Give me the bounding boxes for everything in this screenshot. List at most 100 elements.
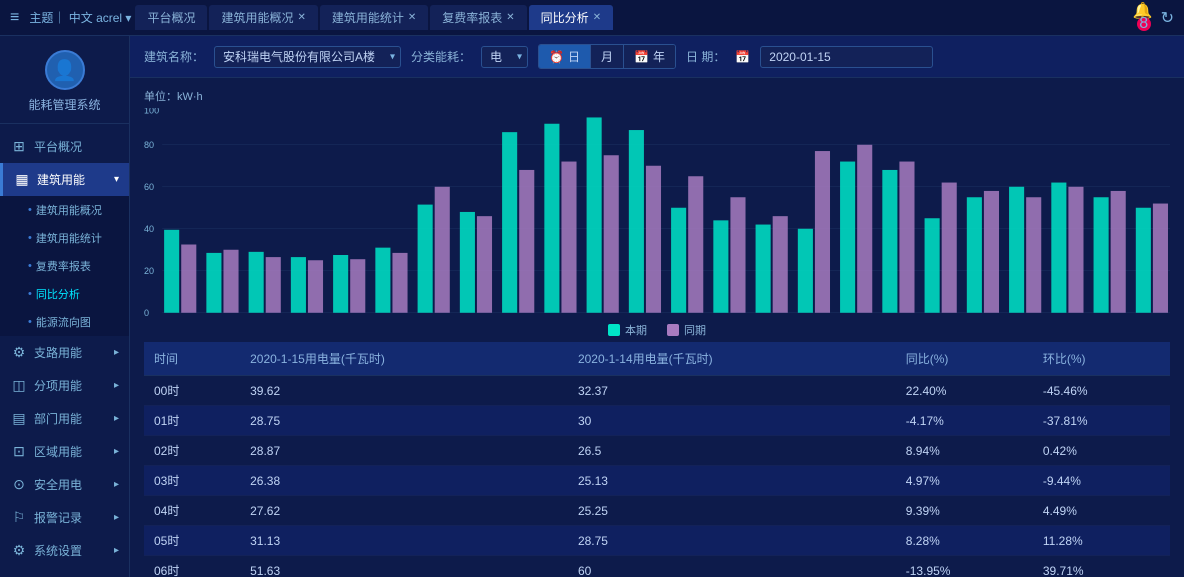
sidebar-item-safety[interactable]: ⊙ 安全用电 ▸ [0, 468, 129, 501]
table-cell: 30 [568, 406, 896, 436]
table-cell: 02时 [144, 436, 240, 466]
table-cell: 0.42% [1033, 436, 1170, 466]
tab-building-stats[interactable]: 建筑用能统计 ✕ [320, 5, 428, 30]
tab-close[interactable]: ✕ [408, 12, 416, 23]
tab-bar: 平台概况 建筑用能概况 ✕ 建筑用能统计 ✕ 复费率报表 ✕ 同比分析 ✕ [135, 5, 1132, 30]
table-cell: -45.46% [1033, 376, 1170, 406]
svg-text:40: 40 [144, 224, 154, 234]
sidebar-header: 👤 能耗管理系统 [0, 36, 129, 124]
svg-text:80: 80 [144, 140, 154, 150]
notification-icon[interactable]: 🔔8 [1133, 1, 1153, 35]
table-cell: 60 [568, 556, 896, 577]
sidebar-item-building-stats[interactable]: 建筑用能统计 [0, 224, 129, 252]
sidebar-item-yoy[interactable]: 同比分析 [0, 280, 129, 308]
table-cell: 4.97% [896, 466, 1033, 496]
tab-platform[interactable]: 平台概况 [135, 5, 207, 30]
expand-icon: ▸ [114, 413, 119, 424]
tab-building-overview[interactable]: 建筑用能概况 ✕ [209, 5, 317, 30]
table-cell: 22.40% [896, 376, 1033, 406]
tab-close[interactable]: ✕ [297, 12, 305, 23]
time-period-buttons: ⏰ 日 月 📅 年 [538, 44, 676, 69]
sidebar-item-building[interactable]: ▦ 建筑用能 ▾ [0, 163, 129, 196]
header-right-icons: 🔔8 ↻ [1133, 1, 1174, 35]
sidebar-item-dept[interactable]: ▤ 部门用能 ▸ [0, 402, 129, 435]
date-input[interactable] [760, 46, 933, 68]
table-body: 00时39.6232.3722.40%-45.46%01时28.7530-4.1… [144, 376, 1170, 577]
legend-current: 本期 [608, 322, 647, 338]
table-cell: 9.39% [896, 496, 1033, 526]
expand-icon: ▸ [114, 545, 119, 556]
table-cell: 28.87 [240, 436, 568, 466]
tab-yoy-analysis[interactable]: 同比分析 ✕ [529, 5, 613, 30]
table-header: 时间 2020-1-15用电量(千瓦时) 2020-1-14用电量(千瓦时) 同… [144, 342, 1170, 376]
sidebar-item-area[interactable]: ⊡ 区域用能 ▸ [0, 435, 129, 468]
table-cell: 28.75 [240, 406, 568, 436]
refresh-icon[interactable]: ↻ [1161, 8, 1174, 28]
chart-unit: 单位：kW·h [144, 88, 1170, 104]
table-cell: 00时 [144, 376, 240, 406]
data-table-area: 时间 2020-1-15用电量(千瓦时) 2020-1-14用电量(千瓦时) 同… [130, 342, 1184, 577]
table-cell: 32.37 [568, 376, 896, 406]
expand-icon: ▸ [114, 380, 119, 391]
table-cell: 11.28% [1033, 526, 1170, 556]
sidebar-item-platform[interactable]: ⊞ 平台概况 [0, 130, 129, 163]
tab-close[interactable]: ✕ [506, 12, 514, 23]
menu-icon[interactable]: ≡ [10, 9, 19, 27]
branch-icon: ⚙ [10, 344, 28, 361]
chart-area: 单位：kW·h 0 20 40 60 80 100 [130, 78, 1184, 342]
sidebar-item-rate-report[interactable]: 复费率报表 [0, 252, 129, 280]
chart-legend: 本期 同期 [144, 322, 1170, 338]
sidebar-item-branch[interactable]: ⚙ 支路用能 ▸ [0, 336, 129, 369]
category-icon: ◫ [10, 377, 28, 394]
date-label: 日 期： [686, 48, 725, 65]
calendar-icon: 📅 [634, 50, 649, 64]
main-layout: 👤 能耗管理系统 ⊞ 平台概况 ▦ 建筑用能 ▾ 建筑用能概况 建筑用能统计 复… [0, 36, 1184, 577]
table-cell: -4.17% [896, 406, 1033, 436]
col-yoy: 同比(%) [896, 342, 1033, 376]
bar-chart: 0 20 40 60 80 100 [144, 108, 1170, 318]
table-row: 02时28.8726.58.94%0.42% [144, 436, 1170, 466]
building-label: 建筑名称： [144, 48, 204, 65]
sidebar-item-settings[interactable]: ⚙ 系统设置 ▸ [0, 534, 129, 567]
table-row: 03时26.3825.134.97%-9.44% [144, 466, 1170, 496]
theme-label: 主题｜ 中文 acrel ▾ [29, 9, 131, 26]
table-cell: 27.62 [240, 496, 568, 526]
col-prev-kwh: 2020-1-14用电量(千瓦时) [568, 342, 896, 376]
category-select[interactable]: 电 [481, 46, 528, 68]
svg-text:60: 60 [144, 182, 154, 192]
sidebar-item-energy-flow[interactable]: 能源流向图 [0, 308, 129, 336]
sidebar-item-building-overview[interactable]: 建筑用能概况 [0, 196, 129, 224]
building-icon: ▦ [13, 171, 31, 188]
table-row: 04时27.6225.259.39%4.49% [144, 496, 1170, 526]
sidebar-item-category[interactable]: ◫ 分项用能 ▸ [0, 369, 129, 402]
svg-text:20: 20 [144, 266, 154, 276]
table-row: 06时51.6360-13.95%39.71% [144, 556, 1170, 577]
dept-icon: ▤ [10, 410, 28, 427]
btn-day[interactable]: ⏰ 日 [539, 45, 591, 68]
table-cell: 51.63 [240, 556, 568, 577]
legend-dot-current [608, 324, 620, 336]
expand-icon: ▸ [114, 347, 119, 358]
svg-text:0: 0 [144, 308, 149, 318]
table-row: 01时28.7530-4.17%-37.81% [144, 406, 1170, 436]
table-cell: 8.94% [896, 436, 1033, 466]
col-current-kwh: 2020-1-15用电量(千瓦时) [240, 342, 568, 376]
area-icon: ⊡ [10, 443, 28, 460]
table-cell: 26.38 [240, 466, 568, 496]
table-header-row: 时间 2020-1-15用电量(千瓦时) 2020-1-14用电量(千瓦时) 同… [144, 342, 1170, 376]
building-select[interactable]: 安科瑞电气股份有限公司A楼 [214, 46, 401, 68]
sidebar-submenu-building: 建筑用能概况 建筑用能统计 复费率报表 同比分析 能源流向图 [0, 196, 129, 336]
expand-icon: ▸ [114, 446, 119, 457]
table-row: 00时39.6232.3722.40%-45.46% [144, 376, 1170, 406]
clock-icon: ⏰ [549, 50, 564, 64]
sidebar-item-alarm[interactable]: ⚐ 报警记录 ▸ [0, 501, 129, 534]
settings-icon: ⚙ [10, 542, 28, 559]
tab-close[interactable]: ✕ [593, 12, 601, 23]
table-cell: 31.13 [240, 526, 568, 556]
tab-rate-report[interactable]: 复费率报表 ✕ [430, 5, 526, 30]
data-table: 时间 2020-1-15用电量(千瓦时) 2020-1-14用电量(千瓦时) 同… [144, 342, 1170, 577]
legend-dot-previous [667, 324, 679, 336]
main-content: 建筑名称： 安科瑞电气股份有限公司A楼 分类能耗： 电 ⏰ 日 月 📅 年 [130, 36, 1184, 577]
btn-month[interactable]: 月 [591, 45, 624, 68]
btn-year[interactable]: 📅 年 [624, 45, 675, 68]
